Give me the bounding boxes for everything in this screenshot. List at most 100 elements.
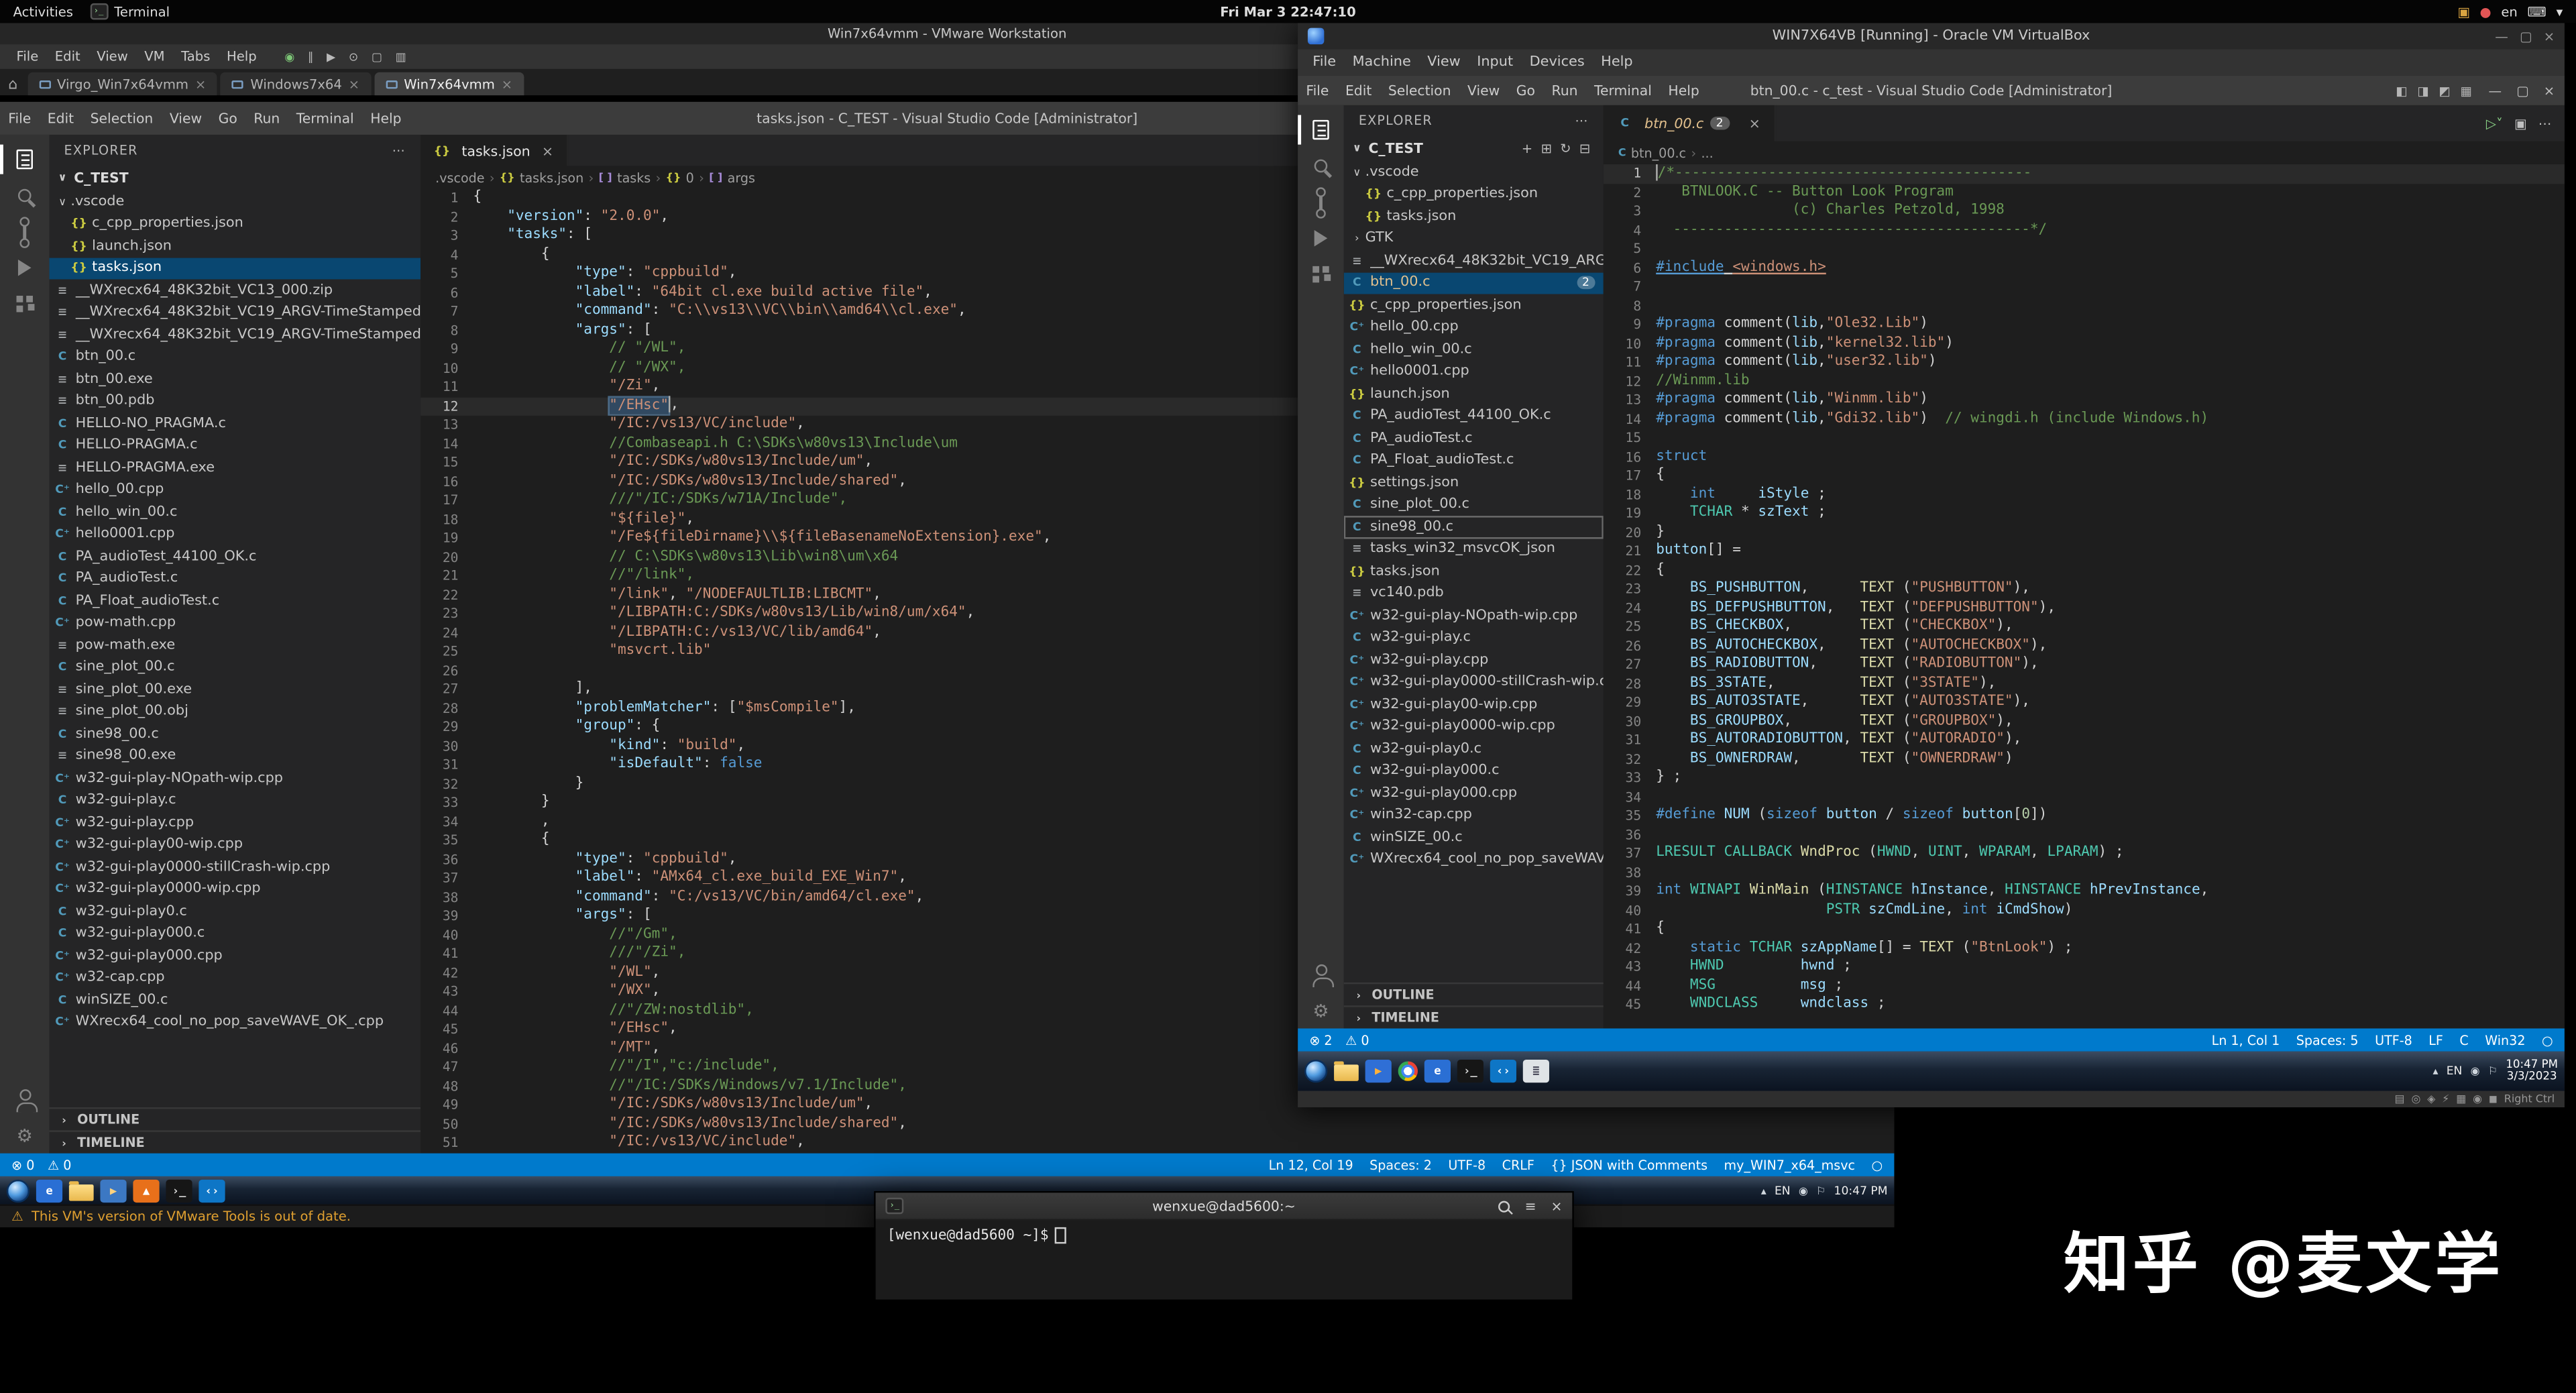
tree-item[interactable]: {}launch.json	[49, 235, 421, 257]
tree-item[interactable]: C⁺win32-cap.cpp	[1344, 804, 1604, 826]
tree-item[interactable]: C⁺pow-math.cpp	[49, 612, 421, 634]
toggle-panel-right-icon[interactable]: ◩	[2439, 83, 2451, 98]
tree-item[interactable]: {}tasks.json	[49, 257, 421, 279]
terminal-body[interactable]: [wenxue@dad5600 ~]$	[876, 1221, 1573, 1300]
tree-item[interactable]: CPA_Float_audioTest.c	[1344, 449, 1604, 471]
line-number[interactable]: 38	[1604, 863, 1656, 882]
line-number[interactable]: 49	[421, 1096, 473, 1115]
tray-volume-icon[interactable]: ◉	[1799, 1184, 1808, 1197]
code-line[interactable]: 25 BS_CHECKBOX, TEXT ("CHECKBOX"),	[1604, 618, 2565, 636]
code-line[interactable]: 29 BS_AUTO3STATE, TEXT ("AUTO3STATE"),	[1604, 693, 2565, 712]
tree-item[interactable]: ≡HELLO-PRAGMA.exe	[49, 457, 421, 479]
tree-item[interactable]: C⁺w32-gui-play0000-wip.cpp	[1344, 716, 1604, 738]
line-number[interactable]: 26	[1604, 636, 1656, 655]
tree-item[interactable]: Cw32-gui-play000.c	[1344, 760, 1604, 782]
chrome-icon[interactable]	[1398, 1061, 1418, 1080]
line-number[interactable]: 4	[421, 245, 473, 264]
tray-expand-icon[interactable]: ▴	[1761, 1184, 1767, 1197]
vscode-menu-edit[interactable]: Edit	[1337, 82, 1380, 98]
line-number[interactable]: 17	[1604, 467, 1656, 486]
line-number[interactable]: 3	[421, 227, 473, 245]
status-item[interactable]: my_WIN7_x64_msvc	[1724, 1158, 1856, 1172]
line-number[interactable]: 36	[421, 850, 473, 869]
pause-icon[interactable]: ∥	[308, 50, 314, 64]
tree-item[interactable]: CPA_audioTest_44100_OK.c	[1344, 405, 1604, 427]
code-line[interactable]: 24 BS_DEFPUSHBUTTON, TEXT ("DEFPUSHBUTTO…	[1604, 599, 2565, 618]
vlc-icon[interactable]: ▲	[133, 1179, 159, 1202]
search-icon[interactable]	[1298, 148, 1344, 184]
line-number[interactable]: 32	[1604, 750, 1656, 769]
tree-item[interactable]: {}settings.json	[1344, 471, 1604, 494]
line-number[interactable]: 13	[1604, 391, 1656, 410]
panel-timeline[interactable]: ›TIMELINE	[1344, 1005, 1604, 1028]
account-icon[interactable]	[1298, 956, 1344, 993]
status-item[interactable]: Ln 12, Col 19	[1269, 1158, 1353, 1172]
vscode-icon[interactable]: ‹›	[1490, 1060, 1516, 1082]
vscode-menu-help[interactable]: Help	[362, 110, 410, 126]
vscode-menu-file[interactable]: File	[0, 110, 40, 126]
status-problems[interactable]: ⊗ 0⚠ 0	[11, 1158, 71, 1172]
line-number[interactable]: 9	[421, 340, 473, 359]
collapse-icon[interactable]: ⊟	[1579, 140, 1590, 155]
tree-item[interactable]: ≡sine_plot_00.exe	[49, 679, 421, 701]
tree-item[interactable]: {}c_cpp_properties.json	[1344, 294, 1604, 316]
code-line[interactable]: 22{	[1604, 561, 2565, 580]
vscode-menu-run[interactable]: Run	[245, 110, 288, 126]
explorer-folder-icon[interactable]	[69, 1184, 94, 1200]
vscode-menu-go[interactable]: Go	[210, 110, 245, 126]
line-number[interactable]: 7	[421, 302, 473, 321]
code-line[interactable]: 4 --------------------------------------…	[1604, 221, 2565, 239]
line-number[interactable]: 2	[421, 208, 473, 227]
tree-item[interactable]: C⁺w32-gui-play000.cpp	[49, 945, 421, 967]
code-line[interactable]: 18 int iStyle ;	[1604, 486, 2565, 504]
tree-item[interactable]: CPA_Float_audioTest.c	[49, 590, 421, 612]
menu-icon[interactable]: ≡	[1524, 1198, 1536, 1214]
run-debug-icon[interactable]	[1298, 220, 1344, 256]
run-icon[interactable]: ▷˅	[2486, 116, 2503, 131]
code-line[interactable]: 20}	[1604, 523, 2565, 542]
vscode-menu-run[interactable]: Run	[1543, 82, 1585, 98]
line-number[interactable]: 31	[1604, 731, 1656, 750]
breadcrumb-item[interactable]: 0	[686, 170, 694, 185]
activities-button[interactable]: Activities	[13, 4, 73, 19]
code-line[interactable]: 39int WINAPI WinMain (HINSTANCE hInstanc…	[1604, 882, 2565, 901]
tree-item[interactable]: ≡pow-math.exe	[49, 634, 421, 657]
line-number[interactable]: 25	[421, 643, 473, 661]
tree-item[interactable]: Csine_plot_00.c	[49, 657, 421, 679]
tree-item[interactable]: C⁺w32-gui-play000.cpp	[1344, 782, 1604, 804]
minimize-icon[interactable]: —	[2495, 29, 2508, 44]
editor-tab[interactable]: Cbtn_00.c2×	[1604, 105, 1775, 142]
line-number[interactable]: 10	[1604, 334, 1656, 353]
tree-item[interactable]: CHELLO-PRAGMA.c	[49, 435, 421, 457]
line-number[interactable]: 27	[421, 680, 473, 699]
line-number[interactable]: 21	[421, 567, 473, 586]
vscode-menu-go[interactable]: Go	[1508, 82, 1544, 98]
tray-network-icon[interactable]: ⚐	[2488, 1064, 2498, 1078]
line-number[interactable]: 31	[421, 756, 473, 775]
line-number[interactable]: 5	[1604, 240, 1656, 259]
tree-item[interactable]: Cw32-gui-play0.c	[1344, 738, 1604, 760]
code-line[interactable]: 19 TCHAR * szText ;	[1604, 504, 2565, 523]
media-icon[interactable]: ▶	[100, 1179, 126, 1202]
newfile-icon[interactable]: +	[1522, 140, 1532, 155]
breadcrumb-item[interactable]: tasks	[617, 170, 651, 185]
split-icon[interactable]: ▣	[2514, 116, 2527, 131]
bell-icon[interactable]: ○	[2542, 1033, 2553, 1048]
panel-timeline[interactable]: ›TIMELINE	[49, 1130, 421, 1153]
tree-item[interactable]: ≡tasks_win32_msvcOK_json	[1344, 538, 1604, 560]
line-number[interactable]: 45	[1604, 995, 1656, 1014]
terminal-titlebar[interactable]: ›_ wenxue@dad5600:~ ≡ ×	[876, 1192, 1573, 1221]
close-icon[interactable]: ×	[2544, 29, 2555, 44]
vmware-menu-file[interactable]: File	[8, 49, 46, 64]
code-line[interactable]: 31 BS_AUTORADIOBUTTON, TEXT ("AUTORADIO"…	[1604, 731, 2565, 750]
vscode-menu-view[interactable]: View	[1459, 82, 1508, 98]
source-control-icon[interactable]	[0, 213, 49, 249]
tree-item[interactable]: C⁺w32-gui-play.cpp	[49, 812, 421, 834]
line-number[interactable]: 30	[1604, 712, 1656, 731]
cmd-icon[interactable]: ›_	[166, 1179, 192, 1202]
tree-item[interactable]: {}tasks.json	[1344, 560, 1604, 582]
taskbar-clock[interactable]: 10:47 PM	[1834, 1184, 1888, 1197]
code-line[interactable]: 9#pragma comment(lib,"Ole32.Lib")	[1604, 315, 2565, 334]
tree-item[interactable]: ≡btn_00.exe	[49, 368, 421, 390]
status-item[interactable]: Spaces: 5	[2296, 1033, 2359, 1048]
